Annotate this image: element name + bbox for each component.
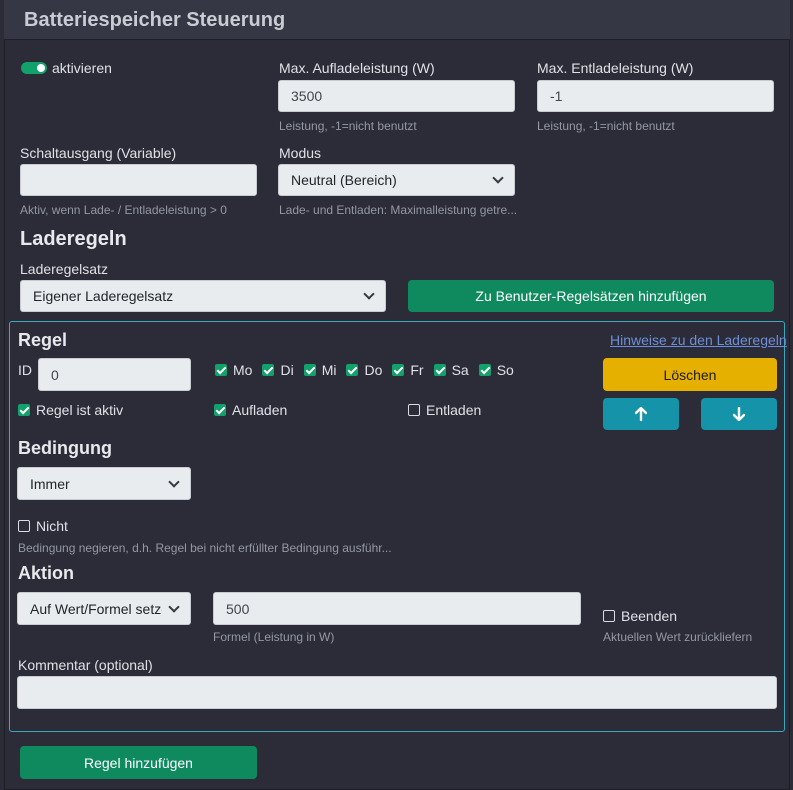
- mode-label: Modus: [279, 145, 322, 161]
- max-charge-input[interactable]: 3500: [278, 80, 515, 112]
- rule-active-checkbox[interactable]: Regel ist aktiv: [18, 402, 123, 418]
- end-label: Beenden: [621, 608, 678, 624]
- page-title: Batteriespeicher Steuerung: [24, 9, 286, 31]
- rule-id-input[interactable]: 0: [38, 358, 191, 391]
- checkbox-icon[interactable]: [18, 404, 30, 416]
- max-charge-label: Max. Aufladeleistung (W): [279, 60, 435, 76]
- arrow-down-icon: [733, 407, 745, 421]
- action-selected: Auf Wert/Formel setzen: [30, 600, 162, 617]
- checkbox-icon[interactable]: [303, 364, 316, 376]
- condition-selected: Immer: [30, 475, 70, 492]
- rule-id-label: ID: [18, 362, 32, 378]
- chevron-down-icon: [168, 475, 180, 488]
- switch-output-help: Aktiv, wenn Lade- / Entladeleistung > 0: [20, 203, 227, 217]
- switch-output-input[interactable]: [20, 164, 257, 196]
- max-charge-help: Leistung, -1=nicht benutzt: [279, 119, 417, 133]
- day-checkbox-mo[interactable]: Mo: [215, 362, 252, 378]
- checkbox-icon[interactable]: [346, 364, 359, 376]
- checkbox-icon[interactable]: [603, 610, 615, 622]
- day-label: Mo: [233, 362, 253, 378]
- ruleset-select[interactable]: Eigener Laderegelsatz: [20, 280, 386, 312]
- activate-label: aktivieren: [52, 60, 112, 76]
- day-label: Fr: [410, 362, 424, 378]
- weekday-checkboxes: Mo Di Mi Do Fr Sa So: [215, 362, 514, 378]
- move-down-button[interactable]: [701, 398, 777, 430]
- max-discharge-input[interactable]: -1: [537, 80, 774, 112]
- day-label: Do: [364, 362, 383, 378]
- checkbox-icon[interactable]: [433, 364, 446, 376]
- max-discharge-value: -1: [550, 88, 563, 104]
- add-to-user-rulesets-button[interactable]: Zu Benutzer-Regelsätzen hinzufügen: [408, 280, 774, 312]
- checkbox-icon[interactable]: [215, 364, 227, 376]
- toggle-switch[interactable]: [21, 62, 47, 74]
- ruleset-selected: Eigener Laderegelsatz: [33, 288, 174, 304]
- discharge-checkbox[interactable]: Entladen: [408, 402, 481, 418]
- checkbox-icon[interactable]: [392, 364, 405, 376]
- day-checkbox-so[interactable]: So: [478, 362, 514, 378]
- action-select[interactable]: Auf Wert/Formel setzen: [17, 592, 191, 625]
- switch-output-label: Schaltausgang (Variable): [20, 145, 177, 161]
- mode-selected: Neutral (Bereich): [291, 172, 397, 188]
- formula-help: Formel (Leistung in W): [213, 630, 335, 644]
- rules-section-title: Laderegeln: [20, 228, 127, 250]
- checkbox-icon[interactable]: [262, 364, 275, 376]
- mode-help: Lade- und Entladen: Maximalleistung getr…: [279, 203, 518, 217]
- condition-help: Bedingung negieren, d.h. Regel bei nicht…: [18, 541, 392, 555]
- checkbox-icon[interactable]: [18, 520, 30, 532]
- formula-input[interactable]: 500: [213, 592, 581, 625]
- max-discharge-label: Max. Entladeleistung (W): [537, 60, 694, 76]
- chevron-down-icon: [492, 172, 504, 184]
- day-label: Di: [280, 362, 294, 378]
- comment-label: Kommentar (optional): [18, 657, 153, 673]
- end-checkbox[interactable]: Beenden: [603, 608, 677, 624]
- rule-hints-link[interactable]: Hinweise zu den Laderegeln: [610, 332, 787, 348]
- discharge-label: Entladen: [426, 402, 482, 418]
- condition-select[interactable]: Immer: [17, 467, 191, 500]
- condition-title: Bedingung: [18, 438, 112, 458]
- day-checkbox-di[interactable]: Di: [262, 362, 294, 378]
- charge-label: Aufladen: [232, 402, 288, 418]
- checkbox-icon[interactable]: [478, 364, 491, 376]
- chevron-down-icon: [363, 288, 375, 300]
- add-rule-button[interactable]: Regel hinzufügen: [20, 746, 257, 779]
- checkbox-icon[interactable]: [408, 404, 420, 416]
- ruleset-label: Laderegelsatz: [20, 261, 108, 277]
- rule-id-value: 0: [51, 366, 59, 383]
- comment-input[interactable]: [17, 676, 777, 709]
- day-label: So: [496, 362, 514, 378]
- formula-value: 500: [226, 600, 250, 617]
- mode-select[interactable]: Neutral (Bereich): [278, 164, 515, 196]
- condition-not-checkbox[interactable]: Nicht: [18, 518, 68, 534]
- condition-not-label: Nicht: [36, 518, 68, 534]
- day-checkbox-fr[interactable]: Fr: [392, 362, 424, 378]
- day-checkbox-mi[interactable]: Mi: [303, 362, 337, 378]
- end-help: Aktuellen Wert zurückliefern: [603, 630, 753, 644]
- charge-checkbox[interactable]: Aufladen: [214, 402, 287, 418]
- day-label: Mi: [321, 362, 337, 378]
- day-checkbox-sa[interactable]: Sa: [433, 362, 469, 378]
- checkbox-icon[interactable]: [214, 404, 226, 416]
- day-checkbox-do[interactable]: Do: [346, 362, 382, 378]
- panel-header: Batteriespeicher Steuerung: [4, 0, 790, 40]
- move-up-button[interactable]: [603, 398, 679, 430]
- action-title: Aktion: [18, 563, 74, 583]
- chevron-down-icon: [168, 600, 180, 613]
- arrow-up-icon: [635, 407, 647, 421]
- activate-toggle[interactable]: aktivieren: [21, 60, 112, 76]
- rule-title: Regel: [18, 330, 68, 350]
- max-discharge-help: Leistung, -1=nicht benutzt: [537, 119, 675, 133]
- day-label: Sa: [451, 362, 469, 378]
- delete-rule-button[interactable]: Löschen: [603, 358, 777, 391]
- max-charge-value: 3500: [291, 88, 323, 104]
- rule-active-label: Regel ist aktiv: [36, 402, 124, 418]
